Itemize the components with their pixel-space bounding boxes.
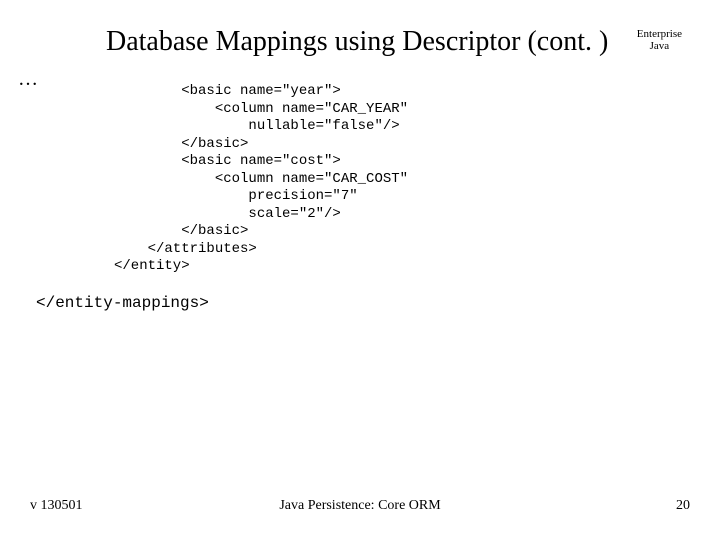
corner-label-line2: Java xyxy=(637,40,682,52)
footer: v 130501 Java Persistence: Core ORM 20 xyxy=(30,498,690,514)
slide: Database Mappings using Descriptor (cont… xyxy=(0,0,720,540)
footer-page-number: 20 xyxy=(676,498,690,514)
xml-closing-tag: </entity-mappings> xyxy=(36,294,690,312)
xml-code-block: <basic name="year"> <column name="CAR_YE… xyxy=(114,83,690,276)
footer-version: v 130501 xyxy=(30,498,83,514)
header-row: Database Mappings using Descriptor (cont… xyxy=(30,26,690,58)
page-title: Database Mappings using Descriptor (cont… xyxy=(106,26,608,58)
footer-title: Java Persistence: Core ORM xyxy=(279,498,440,514)
corner-label: Enterprise Java xyxy=(637,28,682,52)
corner-label-line1: Enterprise xyxy=(637,28,682,40)
